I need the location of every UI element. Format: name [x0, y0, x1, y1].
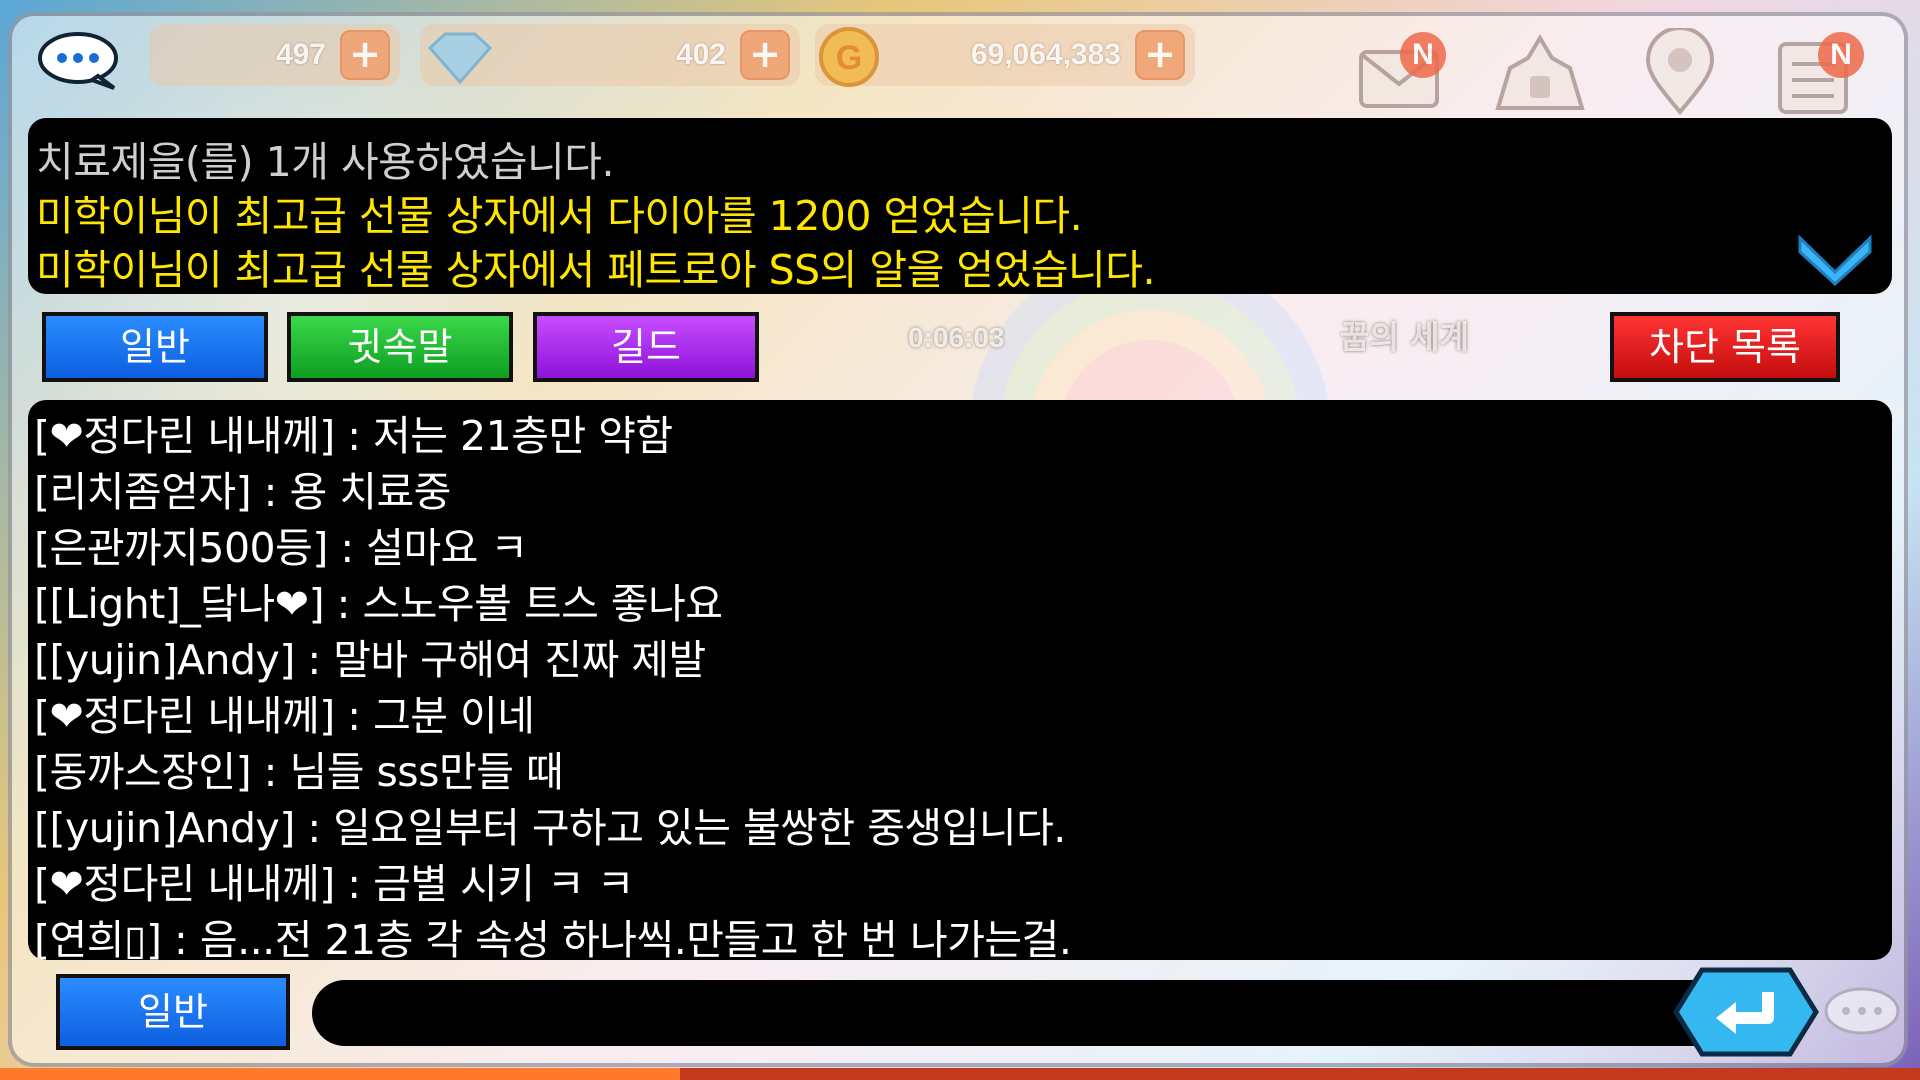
chat-input[interactable] [312, 980, 1732, 1046]
chat-message: [❤정다린 내내께] : 그분 이네 [34, 692, 535, 740]
system-message: 치료제을(를) 1개 사용하였습니다. [36, 138, 615, 186]
add-gold-button[interactable]: + [1135, 30, 1185, 80]
gold-coin-icon: G [819, 27, 879, 87]
currency-gold-value: 69,064,383 [970, 38, 1121, 71]
chat-message: [[yujin]Andy] : 말바 구해여 진짜 제발 [34, 636, 706, 684]
chat-message: [리치좀얻자] : 용 치료중 [34, 468, 451, 516]
add-energy-button[interactable]: + [340, 30, 390, 80]
chat-channel-button[interactable]: 일반 [56, 974, 290, 1050]
chat-message-log[interactable]: [❤정다린 내내께] : 저는 21층만 약함 [리치좀얻자] : 용 치료중 … [28, 400, 1892, 960]
map-pin-icon[interactable] [1630, 28, 1730, 118]
chat-message: [❤정다린 내내께] : 금별 시키 ㅋ ㅋ [34, 860, 635, 908]
send-enter-button[interactable] [1672, 966, 1820, 1058]
tab-general[interactable]: 일반 [42, 312, 268, 382]
chat-bubble-icon [1824, 987, 1900, 1035]
mail-new-badge: N [1400, 32, 1446, 78]
bottom-progress-fill [0, 1068, 680, 1080]
session-timer: 0:06:03 [908, 322, 1005, 353]
chevron-down-icon[interactable] [1794, 228, 1876, 288]
chat-message: [은관까지500등] : 설마요 ㅋ [34, 524, 528, 572]
tab-whisper[interactable]: 귓속말 [287, 312, 513, 382]
chat-message: [❤정다린 내내께] : 저는 21층만 약함 [34, 412, 673, 460]
block-list-button[interactable]: 차단 목록 [1610, 312, 1840, 382]
chat-message: [연희▯] : 음...전 21층 각 속성 하나씩.만들고 한 번 나가는걸. [34, 916, 1072, 960]
diamond-icon [427, 32, 493, 84]
currency-energy-value: 497 [275, 38, 326, 71]
castle-icon[interactable] [1490, 28, 1590, 118]
add-diamond-button[interactable]: + [740, 30, 790, 80]
chat-message: [[yujin]Andy] : 일요일부터 구하고 있는 불쌍한 중생입니다. [34, 804, 1066, 852]
quest-new-badge: N [1818, 32, 1864, 78]
currency-diamond-value: 402 [675, 38, 726, 71]
world-name-label: 꿈의 세계 [1340, 318, 1469, 356]
system-message: 미학이님이 최고급 선물 상자에서 다이아를 1200 얻었습니다. [36, 192, 1083, 240]
chat-bubble-icon[interactable] [36, 30, 122, 92]
chat-message: [동까스장인] : 님들 sss만들 때 [34, 748, 564, 796]
system-message: 미학이님이 최고급 선물 상자에서 페트로아 SS의 알을 얻었습니다. [36, 246, 1156, 294]
bottom-progress-strip [0, 1068, 1920, 1080]
chat-message: [[Light]_닼나❤] : 스노우볼 트스 좋나요 [34, 580, 723, 628]
tab-guild[interactable]: 길드 [533, 312, 759, 382]
svg-text:G: G [836, 39, 862, 77]
currency-energy: 497 + [150, 24, 400, 86]
system-message-log: 치료제을(를) 1개 사용하였습니다. 미학이님이 최고급 선물 상자에서 다이… [28, 118, 1892, 294]
